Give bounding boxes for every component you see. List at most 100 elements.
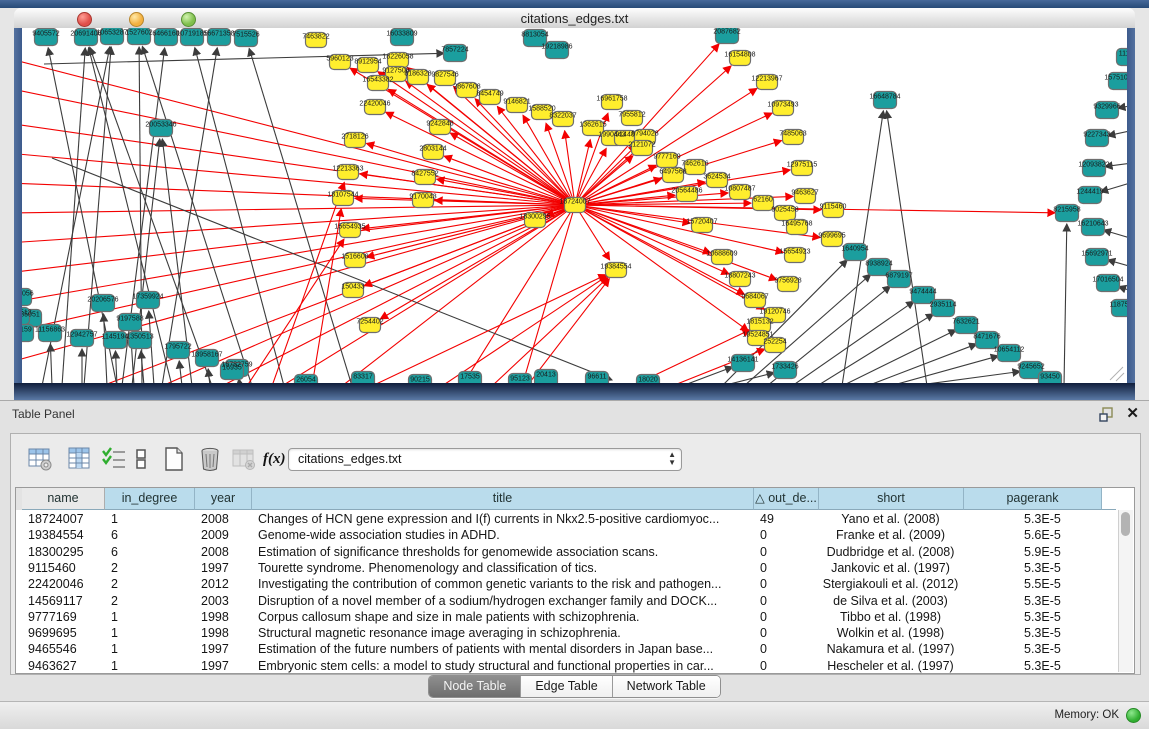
table-cell: Wolkin et al. (1998) xyxy=(819,625,962,641)
graph-node-label: 252254 xyxy=(763,339,786,346)
graph-node-label: 9025458 xyxy=(771,207,798,214)
graph-node-label: 12213967 xyxy=(751,76,782,83)
table-panel-header: Table Panel ✕ xyxy=(0,401,1149,427)
graph-node-label: 15751074 xyxy=(1104,75,1127,82)
column-header-in_degree[interactable]: in_degree xyxy=(105,488,195,510)
select-columns-icon[interactable] xyxy=(101,446,127,472)
graph-node-label: 9329966 xyxy=(1093,104,1120,111)
graph-node-label: 96611 xyxy=(588,374,607,381)
graph-node-label: 2803144 xyxy=(419,146,446,153)
graph-node-label: 9699695 xyxy=(818,233,845,240)
column-header-name[interactable]: name xyxy=(22,488,105,510)
graph-node-label: 7955812 xyxy=(618,112,645,119)
graph-node-label: 20413 xyxy=(536,372,556,379)
graph-node-label: 12093822 xyxy=(1078,162,1109,169)
table-cell: 1997 xyxy=(195,560,256,576)
column-header-year[interactable]: year xyxy=(195,488,252,510)
table-cell: 5.9E-5 xyxy=(964,544,1135,560)
delete-table-icon[interactable] xyxy=(197,446,223,472)
show-columns-icon[interactable] xyxy=(67,446,93,472)
table-toolbar: f(x) citations_edges.txt ▲▼ xyxy=(11,434,1140,482)
table-cell: 2 xyxy=(105,593,199,609)
graph-node-label: 1516608 xyxy=(341,254,368,261)
graph-node-label: 9463627 xyxy=(791,190,818,197)
table-row[interactable]: 946362711997Embryonic stem cells: a mode… xyxy=(16,658,1116,674)
graph-node-label: 15654923 xyxy=(779,249,810,256)
graph-node-label: 8471676 xyxy=(973,334,1000,341)
vertical-scrollbar[interactable] xyxy=(1118,510,1133,672)
table-cell: 18300295 xyxy=(22,544,109,560)
graph-node-label: 2087682 xyxy=(713,29,740,36)
table-selector-dropdown[interactable]: citations_edges.txt ▲▼ xyxy=(288,448,682,471)
table-cell: Hescheler et al. (1997) xyxy=(819,658,962,674)
table-cell: Stergiakouli et al. (2012) xyxy=(819,576,962,592)
window-frame-left xyxy=(14,28,22,383)
table-cell: 2012 xyxy=(195,576,256,592)
column-header-short[interactable]: short xyxy=(819,488,964,510)
table-row[interactable]: 2242004622012Investigating the contribut… xyxy=(16,576,1116,592)
tab-network-table[interactable]: Network Table xyxy=(613,676,720,697)
table-row[interactable]: 1872400712008Changes of HCN gene express… xyxy=(16,511,1116,527)
new-document-icon[interactable] xyxy=(161,446,187,472)
graph-node-label: 7463822 xyxy=(302,34,329,41)
graph-node-label: 7515526 xyxy=(232,32,259,39)
table-cell: 9777169 xyxy=(22,609,109,625)
row-layout-icon[interactable] xyxy=(129,446,155,472)
table-cell: 2 xyxy=(105,576,199,592)
table-row[interactable]: 946554611997Estimation of the future num… xyxy=(16,641,1116,657)
table-cell: 5.3E-5 xyxy=(964,560,1135,576)
close-panel-icon[interactable]: ✕ xyxy=(1126,404,1139,422)
graph-node-label: 18226058 xyxy=(382,54,413,61)
import-table-disabled-icon xyxy=(231,446,257,472)
table-row[interactable]: 911546021997Tourette syndrome. Phenomeno… xyxy=(16,560,1116,576)
table-cell: 5.3E-5 xyxy=(964,625,1135,641)
table-cell: 2008 xyxy=(195,511,256,527)
graph-node-label: 10688609 xyxy=(706,251,737,258)
node-table[interactable]: namein_degreeyeartitle△ out_de...shortpa… xyxy=(15,487,1135,674)
graph-node-label: 22420046 xyxy=(359,101,390,108)
graph-node-label: 8454749 xyxy=(476,91,503,98)
network-canvas-svg[interactable]: 9405572206914061065328715276026466160107… xyxy=(22,28,1127,383)
window-frame-bottom xyxy=(14,383,1135,400)
table-cell: 5.3E-5 xyxy=(964,609,1135,625)
table-cell: Estimation of significance thresholds fo… xyxy=(252,544,758,560)
table-cell: 1 xyxy=(105,609,199,625)
table-row[interactable]: 1830029562008Estimation of significance … xyxy=(16,544,1116,560)
float-panel-icon[interactable] xyxy=(1099,406,1115,422)
table-cell: 0 xyxy=(754,593,823,609)
scrollbar-thumb[interactable] xyxy=(1121,512,1130,536)
table-row[interactable]: 1456911722003Disruption of a novel membe… xyxy=(16,593,1116,609)
column-header-pagerank[interactable]: pagerank xyxy=(964,488,1102,510)
column-header-out_de[interactable]: △ out_de... xyxy=(754,488,819,510)
graph-node-label: 10807487 xyxy=(724,186,755,193)
table-cell: Tibbo et al. (1998) xyxy=(819,609,962,625)
table-settings-icon[interactable] xyxy=(27,446,53,472)
graph-node-label: 6879197 xyxy=(885,273,912,280)
tab-edge-table[interactable]: Edge Table xyxy=(521,676,612,697)
tab-node-table[interactable]: Node Table xyxy=(429,676,521,697)
network-window-titlebar[interactable]: citations_edges.txt xyxy=(14,8,1135,29)
graph-node-label: 19384554 xyxy=(600,264,631,271)
graph-node-label: 20564486 xyxy=(671,188,702,195)
table-row[interactable]: 1938455462009Genome-wide association stu… xyxy=(16,527,1116,543)
graph-node-label: 8938924 xyxy=(865,261,892,268)
table-cell: Yano et al. (2008) xyxy=(819,511,962,527)
table-cell: 0 xyxy=(754,576,823,592)
app-window-top-edge xyxy=(0,0,1149,8)
graph-node-label: 9197588 xyxy=(116,316,143,323)
graph-node-label: 15654935 xyxy=(334,224,365,231)
memory-status-label: Memory: OK xyxy=(1054,709,1119,721)
graph-node-label: 12213363 xyxy=(332,166,363,173)
table-row[interactable]: 977716911998Corpus callosum shape and si… xyxy=(16,609,1116,625)
table-selector-value: citations_edges.txt xyxy=(298,452,402,466)
table-cell: 1 xyxy=(105,511,199,527)
column-header-filler xyxy=(1102,488,1116,510)
column-header-title[interactable]: title xyxy=(252,488,754,510)
function-builder-icon[interactable]: f(x) xyxy=(263,446,289,472)
graph-node-label: 19120746 xyxy=(759,309,790,316)
network-canvas[interactable]: 9405572206914061065328715276026466160107… xyxy=(22,28,1127,383)
graph-node-label: 7254402 xyxy=(356,319,383,326)
graph-node-label: 16154808 xyxy=(724,52,755,59)
table-row[interactable]: 969969511998Structural magnetic resonanc… xyxy=(16,625,1116,641)
table-cell: 19384554 xyxy=(22,527,109,543)
